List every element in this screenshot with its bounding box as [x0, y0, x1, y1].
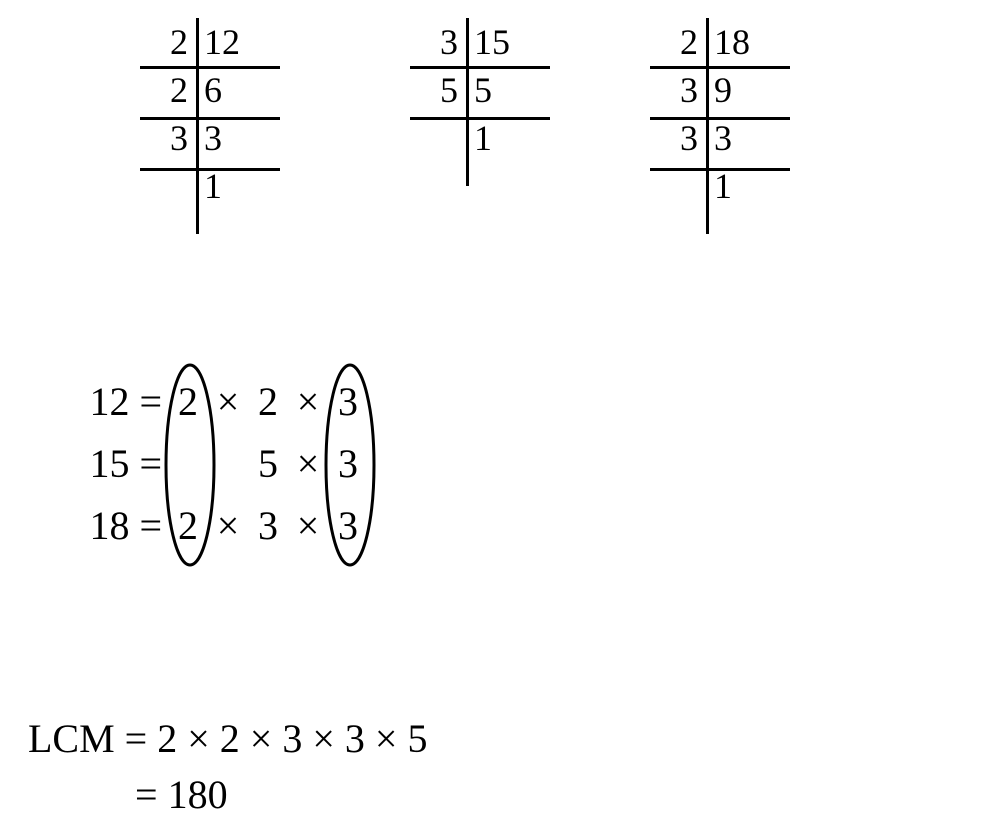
ladder-value: 3 — [196, 117, 264, 159]
ladder-15: 3 15 5 5 1 — [410, 18, 534, 162]
ladder-prime: 3 — [410, 21, 466, 63]
ladder-value: 15 — [466, 21, 534, 63]
ladder-value: 1 — [466, 117, 534, 159]
ladder-value: 9 — [706, 69, 774, 111]
lcm-label: LCM = — [28, 715, 147, 762]
lcm-result-row: = 180 — [28, 766, 427, 822]
ladder-value: 6 — [196, 69, 264, 111]
ladder-prime: 3 — [650, 69, 706, 111]
pf-factor: 5 — [248, 440, 288, 487]
ladder-prime: 5 — [410, 69, 466, 111]
pf-factor: 3 — [248, 502, 288, 549]
ladder-value: 1 — [706, 165, 774, 207]
pf-op: × — [208, 502, 248, 549]
ladder-prime: 2 — [650, 21, 706, 63]
ladder-value: 3 — [706, 117, 774, 159]
pf-row-18: 18 = 2 × 3 × 3 — [62, 494, 368, 556]
ladder-value: 1 — [196, 165, 264, 207]
ladder-value: 12 — [196, 21, 264, 63]
ladder-prime: 3 — [140, 117, 196, 159]
pf-op: × — [208, 378, 248, 425]
pf-label: 12 = — [62, 378, 162, 425]
lcm-expression: 2 × 2 × 3 × 3 × 5 — [157, 715, 427, 762]
ladder-value: 18 — [706, 21, 774, 63]
ladder-prime: 2 — [140, 21, 196, 63]
pf-label: 18 = — [62, 502, 162, 549]
pf-factor: 3 — [328, 440, 368, 487]
prime-factorization-section: 12 = 2 × 2 × 3 15 = 5 × 3 18 = 2 × 3 × 3 — [62, 370, 368, 556]
pf-row-12: 12 = 2 × 2 × 3 — [62, 370, 368, 432]
pf-factor: 2 — [168, 378, 208, 425]
ladder-prime: 2 — [140, 69, 196, 111]
pf-factor: 2 — [168, 502, 208, 549]
lcm-result: 180 — [168, 771, 228, 818]
pf-op: × — [288, 502, 328, 549]
pf-factor: 3 — [328, 378, 368, 425]
ladder-value: 5 — [466, 69, 534, 111]
ladder-12: 2 12 2 6 3 3 1 — [140, 18, 264, 210]
lcm-equals: = — [135, 771, 158, 818]
pf-factor: 3 — [328, 502, 368, 549]
lcm-expression-row: LCM = 2 × 2 × 3 × 3 × 5 — [28, 710, 427, 766]
pf-op: × — [288, 378, 328, 425]
pf-op: × — [288, 440, 328, 487]
pf-factor: 2 — [248, 378, 288, 425]
ladder-18: 2 18 3 9 3 3 1 — [650, 18, 774, 210]
ladder-prime: 3 — [650, 117, 706, 159]
pf-label: 15 = — [62, 440, 162, 487]
lcm-section: LCM = 2 × 2 × 3 × 3 × 5 = 180 — [28, 710, 427, 822]
pf-row-15: 15 = 5 × 3 — [62, 432, 368, 494]
